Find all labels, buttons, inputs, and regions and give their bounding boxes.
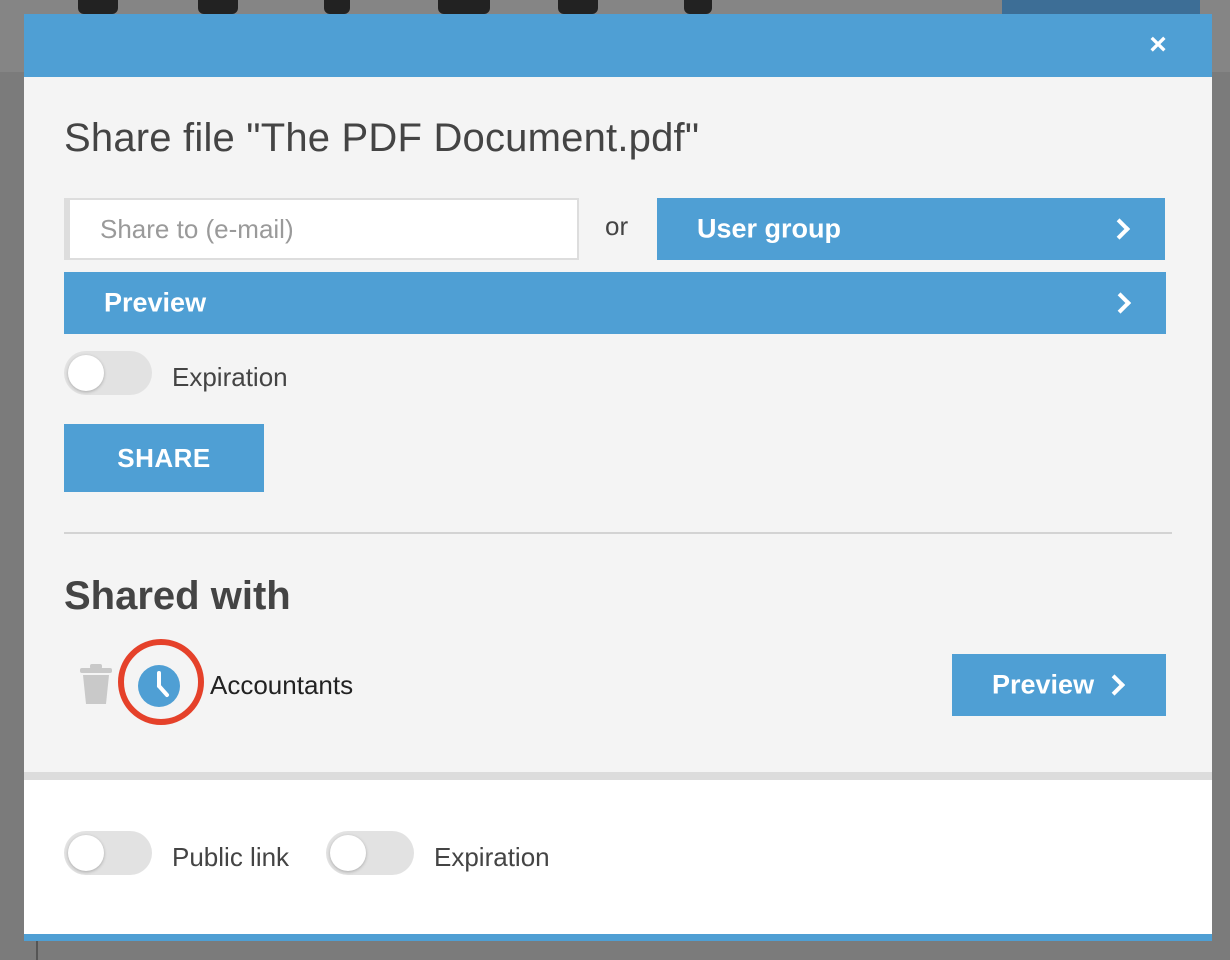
or-label: or <box>605 211 629 241</box>
background-mail-icon <box>198 0 238 14</box>
dialog-bottom-bar <box>24 934 1212 941</box>
chevron-right-icon <box>1109 292 1132 314</box>
toggle-knob <box>330 835 366 871</box>
public-link-label: Public link <box>172 842 290 872</box>
trash-icon[interactable] <box>78 662 114 706</box>
expiration-toggle[interactable] <box>64 351 152 395</box>
share-email-input[interactable] <box>64 198 579 260</box>
shared-with-heading: Shared with <box>64 574 291 618</box>
background-cup-icon <box>324 0 350 14</box>
dialog-header: × <box>24 14 1212 77</box>
share-button[interactable]: SHARE <box>64 424 264 492</box>
footer-expiration-label: Expiration <box>434 842 550 872</box>
toggle-knob <box>68 355 104 391</box>
close-icon[interactable]: × <box>1144 30 1172 60</box>
background-tag-icon <box>558 0 598 14</box>
background-divider <box>36 940 38 960</box>
public-link-toggle[interactable] <box>64 831 152 875</box>
shared-entry-name: Accountants <box>210 670 354 700</box>
dialog-footer: Public link Expiration <box>24 780 1212 934</box>
preview-label: Preview <box>104 287 207 318</box>
share-dialog: × Share file "The PDF Document.pdf" or U… <box>24 14 1212 941</box>
user-group-label: User group <box>697 213 842 244</box>
entry-preview-button[interactable]: Preview <box>952 654 1166 716</box>
preview-button[interactable]: Preview <box>64 272 1166 334</box>
footer-expiration-toggle[interactable] <box>326 831 414 875</box>
background-document-icon <box>684 0 712 14</box>
section-divider <box>64 532 1172 534</box>
chevron-right-icon <box>1108 218 1131 240</box>
background-upload-button <box>1002 0 1200 14</box>
toggle-knob <box>68 835 104 871</box>
dialog-title: Share file "The PDF Document.pdf" <box>64 116 700 160</box>
expiration-label: Expiration <box>172 362 288 392</box>
background-settings-icon <box>438 0 490 14</box>
footer-separator <box>24 772 1212 780</box>
chevron-right-icon <box>1103 674 1126 696</box>
user-group-button[interactable]: User group <box>657 198 1165 260</box>
entry-preview-label: Preview <box>992 669 1095 700</box>
background-add-icon <box>78 0 118 14</box>
clock-icon[interactable] <box>137 664 181 708</box>
